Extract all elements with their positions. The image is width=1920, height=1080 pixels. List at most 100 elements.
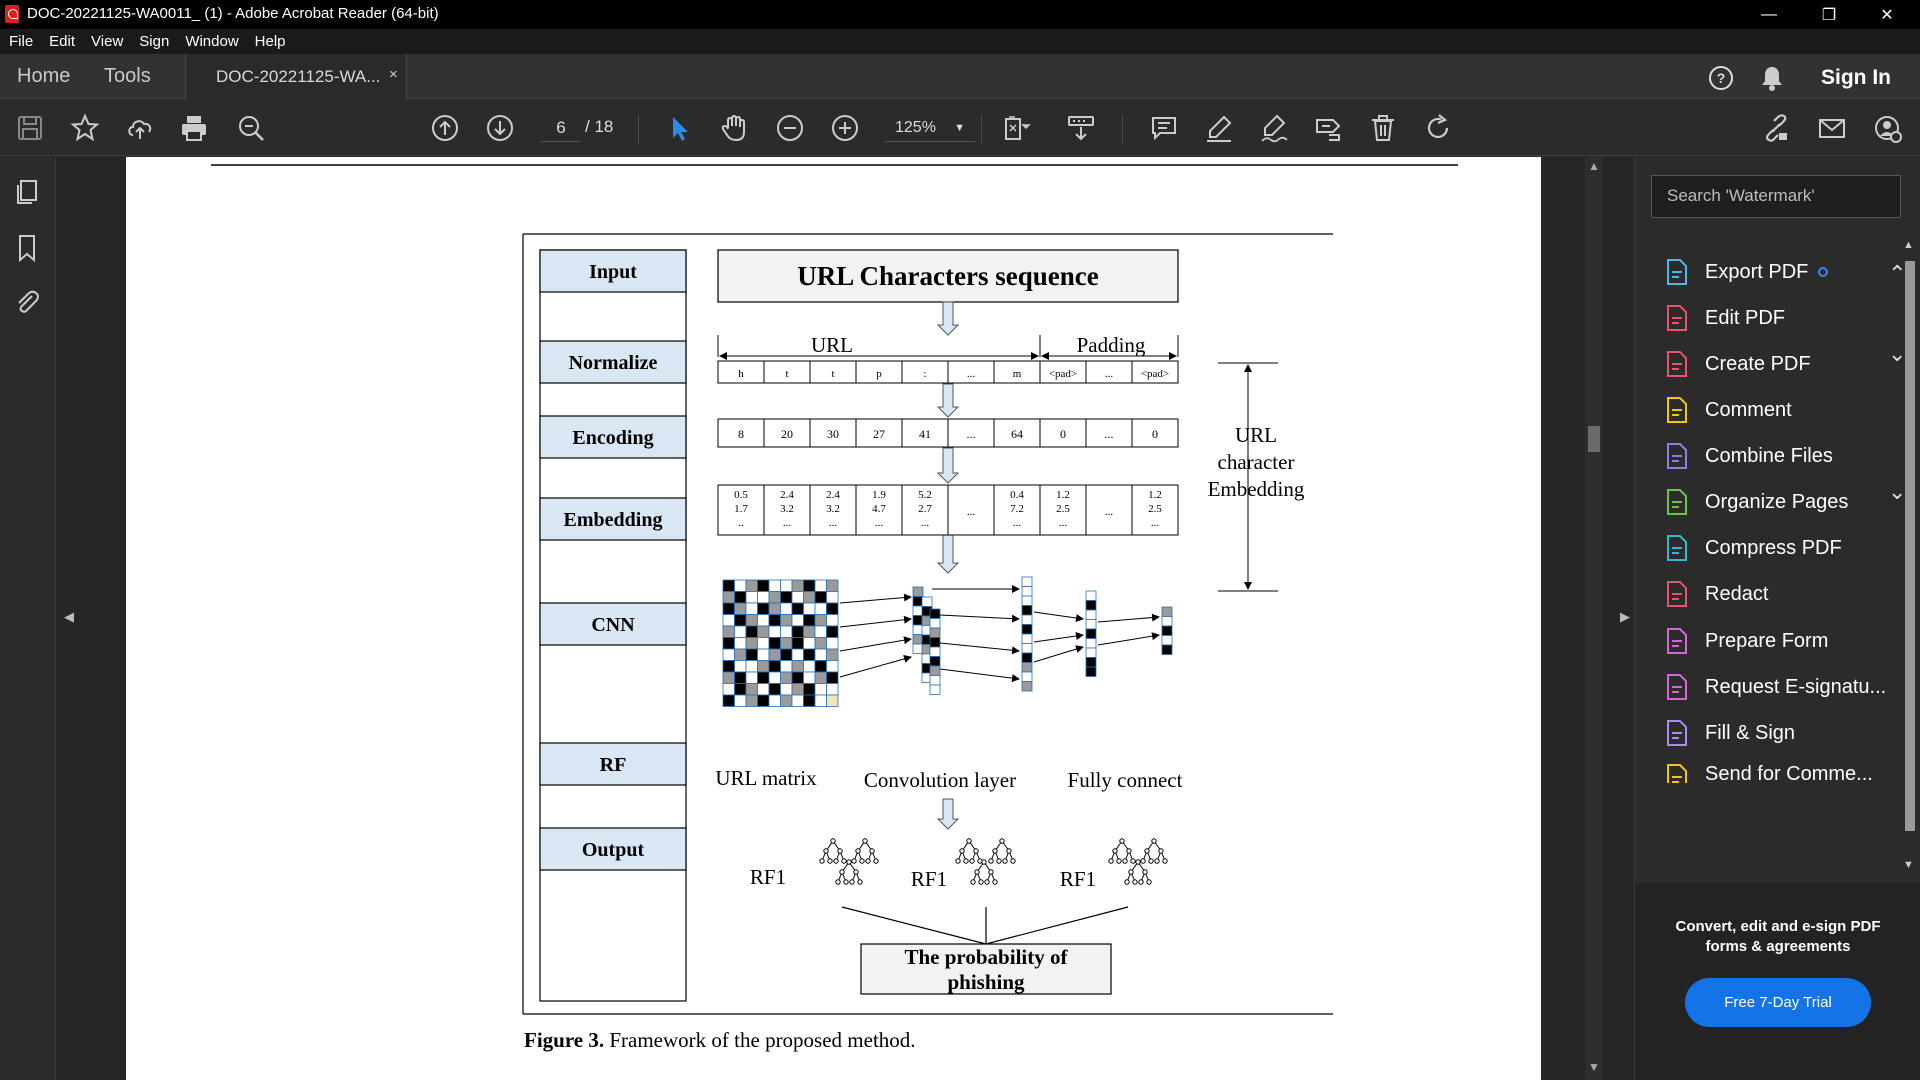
bookmarks-icon[interactable] <box>12 233 42 263</box>
collapse-left-icon[interactable]: ◀ <box>64 609 74 625</box>
expand-right-pane-icon[interactable]: ▶ <box>1620 609 1630 625</box>
menu-file[interactable]: File <box>9 33 33 50</box>
tool-label: Request E-signatu... <box>1705 675 1887 698</box>
page-fit-icon[interactable] <box>998 110 1034 146</box>
select-cursor-icon[interactable] <box>662 110 698 146</box>
cnn-neuron <box>929 608 941 619</box>
menu-edit[interactable]: Edit <box>49 33 75 50</box>
search-zoom-icon[interactable] <box>233 110 269 146</box>
url-matrix-cell <box>791 660 804 673</box>
rf-label-3: RF1 <box>1060 867 1096 891</box>
url-matrix-cell <box>757 694 770 707</box>
scroll-down-icon[interactable]: ▼ <box>1903 859 1914 871</box>
attachments-icon[interactable] <box>12 287 42 317</box>
url-matrix-cell <box>768 671 781 684</box>
upload-cloud-icon[interactable] <box>122 110 158 146</box>
highlight-pen-icon[interactable] <box>1201 110 1237 146</box>
menu-sign[interactable]: Sign <box>139 33 169 50</box>
tab-document[interactable]: DOC-20221125-WA... × <box>185 54 407 99</box>
close-window-button[interactable]: ✕ <box>1858 0 1916 29</box>
restore-button[interactable]: ❐ <box>1800 0 1858 29</box>
cnn-neuron <box>1021 614 1033 625</box>
url-matrix-cell <box>722 579 735 592</box>
zoom-level-value: 125% <box>895 119 936 136</box>
tool-combine-files[interactable]: Combine Files <box>1663 441 1903 471</box>
comment-icon[interactable] <box>1146 110 1182 146</box>
cnn-neuron <box>1161 644 1173 655</box>
account-icon[interactable] <box>1869 110 1905 146</box>
tool-edit-pdf[interactable]: Edit PDF <box>1663 303 1903 333</box>
tool-redact[interactable]: Redact <box>1663 579 1903 609</box>
bookmark-star-icon[interactable] <box>67 110 103 146</box>
zoom-in-icon[interactable] <box>827 110 863 146</box>
url-matrix-cell <box>780 660 793 673</box>
menu-help[interactable]: Help <box>255 33 286 50</box>
url-matrix-cell <box>745 591 758 604</box>
notification-bell-icon[interactable] <box>1759 64 1785 92</box>
scroll-up-icon[interactable]: ▲ <box>1588 159 1600 173</box>
url-matrix-cell <box>780 648 793 661</box>
page-number-input[interactable]: 6 <box>541 114 581 142</box>
scroll-mode-icon[interactable] <box>1063 110 1099 146</box>
page-thumbnails-icon[interactable] <box>12 177 42 207</box>
menu-view[interactable]: View <box>91 33 123 50</box>
scroll-down-icon[interactable]: ▼ <box>1588 1060 1600 1074</box>
zoom-level-select[interactable]: 125% ▼ <box>885 114 975 142</box>
url-matrix-cell <box>803 637 816 650</box>
tools-search-input[interactable]: Search 'Watermark' <box>1651 175 1901 218</box>
rotate-icon[interactable] <box>1420 110 1456 146</box>
print-icon[interactable] <box>176 110 212 146</box>
tools-scrollbar[interactable]: ▲ ▼ <box>1901 239 1919 879</box>
url-matrix-cell <box>757 602 770 615</box>
scrollbar-thumb[interactable] <box>1588 426 1600 452</box>
url-matrix-cell <box>768 579 781 592</box>
prepare-form-icon <box>1667 628 1687 654</box>
tool-comment[interactable]: Comment <box>1663 395 1903 425</box>
previous-page-icon[interactable] <box>427 110 463 146</box>
scrollbar-track[interactable] <box>1585 157 1603 1080</box>
zoom-out-icon[interactable] <box>772 110 808 146</box>
url-sequence-title: URL Characters sequence <box>797 261 1098 291</box>
tool-prepare-form[interactable]: Prepare Form <box>1663 626 1903 656</box>
embedding-cell-text: 2.5 <box>1056 503 1070 515</box>
minimize-button[interactable]: — <box>1740 0 1798 29</box>
encoding-cell-text: 27 <box>873 427 885 441</box>
tool-export-pdf[interactable]: Export PDF ⌃ <box>1663 257 1906 287</box>
encoding-cell-text: 41 <box>919 427 931 441</box>
stage-label: RF <box>600 754 627 776</box>
save-icon[interactable] <box>12 110 48 146</box>
delete-trash-icon[interactable] <box>1365 110 1401 146</box>
cnn-neuron <box>1161 616 1173 627</box>
url-matrix-cell <box>780 614 793 627</box>
tab-close-button[interactable]: × <box>389 66 398 83</box>
tab-home[interactable]: Home <box>17 65 70 88</box>
menu-window[interactable]: Window <box>185 33 238 50</box>
tool-label: Organize Pages <box>1705 490 1849 513</box>
tools-scrollbar-thumb[interactable] <box>1905 261 1915 831</box>
share-link-icon[interactable] <box>1758 110 1794 146</box>
email-icon[interactable] <box>1814 110 1850 146</box>
sign-in-button[interactable]: Sign In <box>1821 66 1891 90</box>
left-pane-collapse[interactable]: ◀ <box>56 157 126 1080</box>
embedding-cell-text: 0.5 <box>734 489 748 501</box>
tool-send-for-comme[interactable]: Send for Comme... <box>1663 763 1903 783</box>
side-label-line-2: character <box>1218 450 1295 474</box>
tool-request-e-signatu[interactable]: Request E-signatu... <box>1663 672 1903 702</box>
free-trial-button[interactable]: Free 7-Day Trial <box>1685 978 1871 1027</box>
next-page-icon[interactable] <box>482 110 518 146</box>
tool-create-pdf[interactable]: Create PDF ⌄ <box>1663 341 1906 379</box>
sign-pen-icon[interactable] <box>1256 110 1292 146</box>
scroll-up-icon[interactable]: ▲ <box>1903 239 1914 251</box>
tab-document-label: DOC-20221125-WA... <box>216 67 381 86</box>
url-matrix-cell <box>814 694 827 707</box>
tool-organize-pages[interactable]: Organize Pages ⌄ <box>1663 479 1906 517</box>
hand-tool-icon[interactable] <box>716 110 752 146</box>
promo-panel: Convert, edit and e-sign PDF forms & agr… <box>1635 883 1920 1080</box>
tab-tools[interactable]: Tools <box>104 65 151 88</box>
help-icon[interactable]: ? <box>1707 64 1735 92</box>
cnn-neuron <box>1085 638 1097 649</box>
cnn-neuron <box>929 646 941 657</box>
tool-fill-sign[interactable]: Fill & Sign <box>1663 718 1903 748</box>
tool-compress-pdf[interactable]: Compress PDF <box>1663 533 1903 563</box>
stamp-icon[interactable] <box>1310 110 1346 146</box>
